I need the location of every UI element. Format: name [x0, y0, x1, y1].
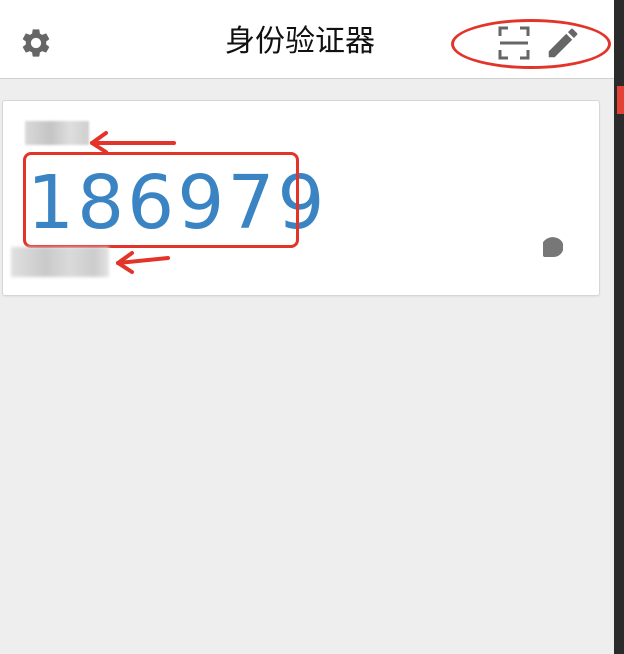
authenticator-popup: 身份验证器 186979 [0, 0, 614, 654]
annotation-oval [451, 19, 611, 69]
background-accent [617, 86, 624, 114]
gear-icon[interactable] [19, 26, 53, 60]
annotation-arrow-top [90, 131, 176, 154]
annotation-arrow-bottom [116, 251, 170, 274]
background-window-edge [614, 0, 624, 654]
page-title: 身份验证器 [225, 24, 375, 59]
countdown-pie-icon [543, 237, 563, 257]
header-bar: 身份验证器 [0, 0, 614, 79]
issuer-redacted [25, 121, 89, 145]
account-redacted [11, 247, 109, 277]
annotation-box [23, 152, 299, 248]
